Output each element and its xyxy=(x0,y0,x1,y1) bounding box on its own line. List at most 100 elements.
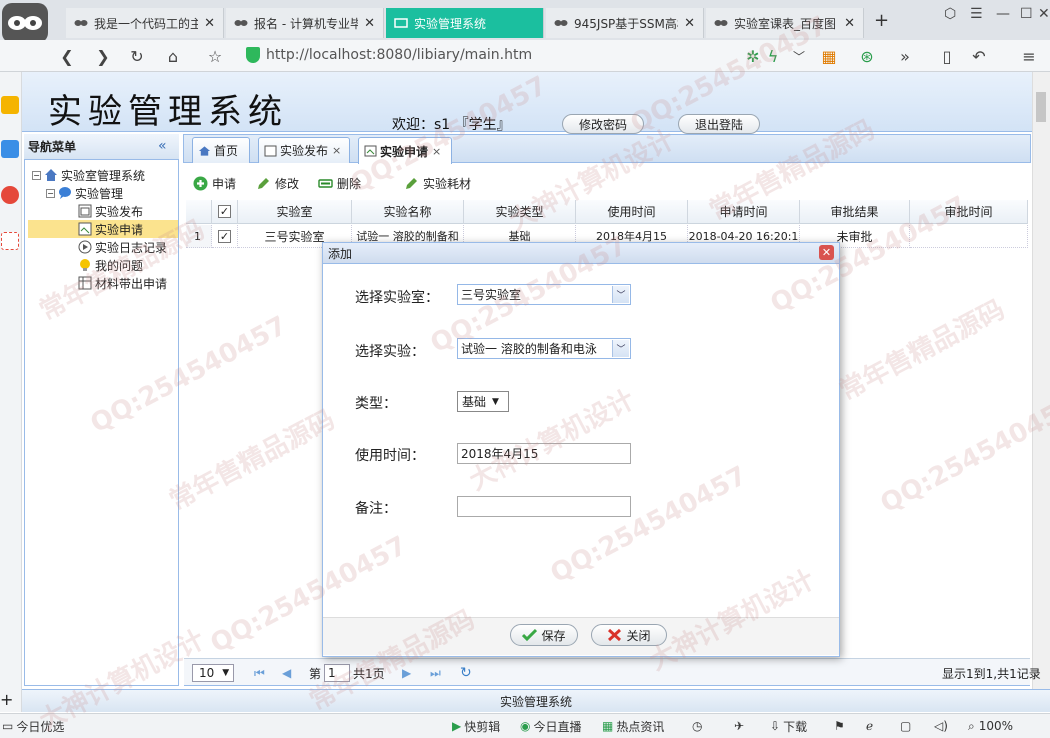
next-page-icon[interactable]: ▶ xyxy=(402,664,411,682)
experiment-select[interactable]: 试验一 溶胶的制备和电泳 ﹀ xyxy=(457,338,631,359)
volume-icon[interactable]: ◁) xyxy=(934,718,948,734)
window-close-icon[interactable]: ✕ xyxy=(1038,6,1050,22)
page-size-select[interactable]: 10 ▼ xyxy=(192,664,234,682)
status-item-live[interactable]: ◉ 今日直播 xyxy=(520,718,582,734)
prev-page-icon[interactable]: ◀ xyxy=(282,664,291,682)
ie-icon[interactable]: ℯ xyxy=(866,718,873,734)
dropdown-arrow-icon[interactable]: ﹀ xyxy=(788,45,810,67)
address-bar[interactable]: http://localhost:8080/libiary/main.htm xyxy=(240,44,710,66)
select-all-checkbox[interactable]: ✓ xyxy=(218,205,231,218)
browser-tab[interactable]: 945JSP基于SSM高校 ✕ xyxy=(546,8,704,38)
delete-button[interactable]: 删除 xyxy=(318,174,361,192)
chevron-down-icon[interactable]: ﹀ xyxy=(612,286,629,303)
tab-close-icon[interactable]: × xyxy=(332,144,341,157)
maximize-icon[interactable]: ☐ xyxy=(1020,6,1033,22)
back-icon[interactable]: ❮ xyxy=(56,45,78,67)
logout-button[interactable]: 退出登陆 xyxy=(678,114,760,134)
tab-close-icon[interactable]: ✕ xyxy=(364,16,375,31)
tool-icon[interactable]: ✈ xyxy=(734,718,744,734)
row-checkbox-cell[interactable]: ✓ xyxy=(212,225,238,248)
zoom-control[interactable]: ⌕ 100% xyxy=(968,718,1013,734)
phone-icon[interactable]: ▯ xyxy=(936,45,958,67)
grid-header-result[interactable]: 审批结果 xyxy=(800,200,910,224)
sidebar-item-experiment-apply[interactable]: 实验申请 xyxy=(28,220,178,238)
grid-header-approve-time[interactable]: 审批时间 xyxy=(910,200,1028,224)
sidebar-item-my-questions[interactable]: 我的问题 xyxy=(78,256,143,274)
tab-close-icon[interactable]: ✕ xyxy=(204,16,215,31)
grid-header-type[interactable]: 实验类型 xyxy=(464,200,576,224)
minimize-icon[interactable]: — xyxy=(996,6,1010,22)
dialog-close-icon[interactable]: ✕ xyxy=(819,245,834,260)
tree-collapse-icon[interactable]: − xyxy=(46,188,55,198)
notes-icon[interactable] xyxy=(1,140,19,158)
apps-grid-icon[interactable]: ▦ xyxy=(818,45,840,67)
sidebar-add-icon[interactable]: + xyxy=(0,690,13,709)
apply-button[interactable]: 申请 xyxy=(193,174,236,192)
row-checkbox[interactable]: ✓ xyxy=(218,229,231,243)
tab-experiment-apply[interactable]: 实验申请 × xyxy=(358,137,452,164)
status-item-news[interactable]: ▦ 热点资讯 xyxy=(602,718,664,734)
new-tab-icon[interactable]: + xyxy=(874,10,889,31)
use-time-input[interactable]: 2018年4月15 xyxy=(457,443,631,464)
flag-icon[interactable]: ⚑ xyxy=(834,718,845,734)
menu-lines-icon[interactable]: ☰ xyxy=(970,6,983,22)
refresh-icon[interactable]: ↻ xyxy=(460,664,472,682)
undo-icon[interactable]: ↶ xyxy=(968,45,990,67)
tree-group[interactable]: − 实验管理 xyxy=(46,184,123,202)
reload-icon[interactable]: ↻ xyxy=(126,45,148,67)
lab-select[interactable]: 三号实验室 ﹀ xyxy=(457,284,631,305)
change-password-button[interactable]: 修改密码 xyxy=(562,114,644,134)
save-button[interactable]: 保存 xyxy=(510,624,578,646)
sidebar-item-experiment-log[interactable]: 实验日志记录 xyxy=(78,238,167,256)
mail-icon[interactable] xyxy=(1,232,19,250)
favorites-star-icon[interactable] xyxy=(1,96,19,114)
speed-icon[interactable]: ◷ xyxy=(692,718,702,734)
browser-logo-icon[interactable] xyxy=(2,3,48,43)
sidebar-item-material-apply[interactable]: 材料带出申请 xyxy=(78,274,167,292)
status-item-download[interactable]: ⇩ 下载 xyxy=(770,718,807,734)
grid-header-apply-time[interactable]: 申请时间 xyxy=(688,200,800,224)
grid-header-name[interactable]: 实验名称 xyxy=(352,200,464,224)
browser-tab[interactable]: 报名 - 计算机专业毕 ✕ xyxy=(226,8,384,38)
table-cell[interactable] xyxy=(910,225,1028,248)
tree-root[interactable]: − 实验室管理系统 xyxy=(32,166,145,184)
collapse-panel-icon[interactable]: « xyxy=(158,138,167,154)
edit-button[interactable]: 修改 xyxy=(256,174,299,192)
lightning-icon[interactable]: ϟ xyxy=(762,45,784,67)
grid-header-checkbox[interactable]: ✓ xyxy=(212,200,238,224)
browser-tab[interactable]: 我是一个代码工的主 ✕ xyxy=(66,8,224,38)
daily-pick[interactable]: ▭ 今日优选 xyxy=(2,718,64,734)
tab-experiment-publish[interactable]: 实验发布 × xyxy=(258,137,350,163)
tab-home[interactable]: 首页 xyxy=(192,137,250,163)
consumables-button[interactable]: 实验耗材 xyxy=(404,174,471,192)
tab-close-icon[interactable]: ✕ xyxy=(844,16,855,31)
type-select[interactable]: 基础 ▼ xyxy=(457,391,509,412)
more-chevron-icon[interactable]: » xyxy=(894,45,916,67)
grid-header-lab[interactable]: 实验室 xyxy=(238,200,352,224)
sidebar-item-experiment-publish[interactable]: 实验发布 xyxy=(78,202,178,220)
tab-close-icon[interactable]: ✕ xyxy=(684,16,695,31)
page-number-input[interactable]: 1 xyxy=(324,664,350,682)
weibo-icon[interactable] xyxy=(1,186,19,204)
page-scrollbar[interactable] xyxy=(1032,72,1050,689)
browser-menu-icon[interactable]: ≡ xyxy=(1018,45,1040,67)
bookmark-star-icon[interactable]: ☆ xyxy=(204,45,226,67)
scrollbar-thumb[interactable] xyxy=(1036,92,1046,122)
chevron-down-icon[interactable]: ﹀ xyxy=(612,340,629,357)
forward-icon[interactable]: ❯ xyxy=(92,45,114,67)
tab-close-icon[interactable]: × xyxy=(432,145,441,158)
first-page-icon[interactable]: ⏮ xyxy=(254,664,265,682)
remark-input[interactable] xyxy=(457,496,631,517)
browser-tab[interactable]: 实验室课表_百度图 ✕ xyxy=(706,8,864,38)
skin-icon[interactable]: ⬡ xyxy=(944,6,956,22)
status-item-clip[interactable]: ▶ 快剪辑 xyxy=(452,718,500,734)
home-icon[interactable]: ⌂ xyxy=(162,45,184,67)
grid-header-use-time[interactable]: 使用时间 xyxy=(576,200,688,224)
screen-icon[interactable]: ▢ xyxy=(900,718,911,734)
money-icon[interactable]: ⊛ xyxy=(856,45,878,67)
close-button[interactable]: 关闭 xyxy=(591,624,667,646)
last-page-icon[interactable]: ⏭ xyxy=(430,664,441,682)
tree-collapse-icon[interactable]: − xyxy=(32,170,41,180)
browser-tab-active[interactable]: 实验管理系统 xyxy=(386,8,544,38)
refresh-spin-icon[interactable]: ✲ xyxy=(742,45,764,67)
